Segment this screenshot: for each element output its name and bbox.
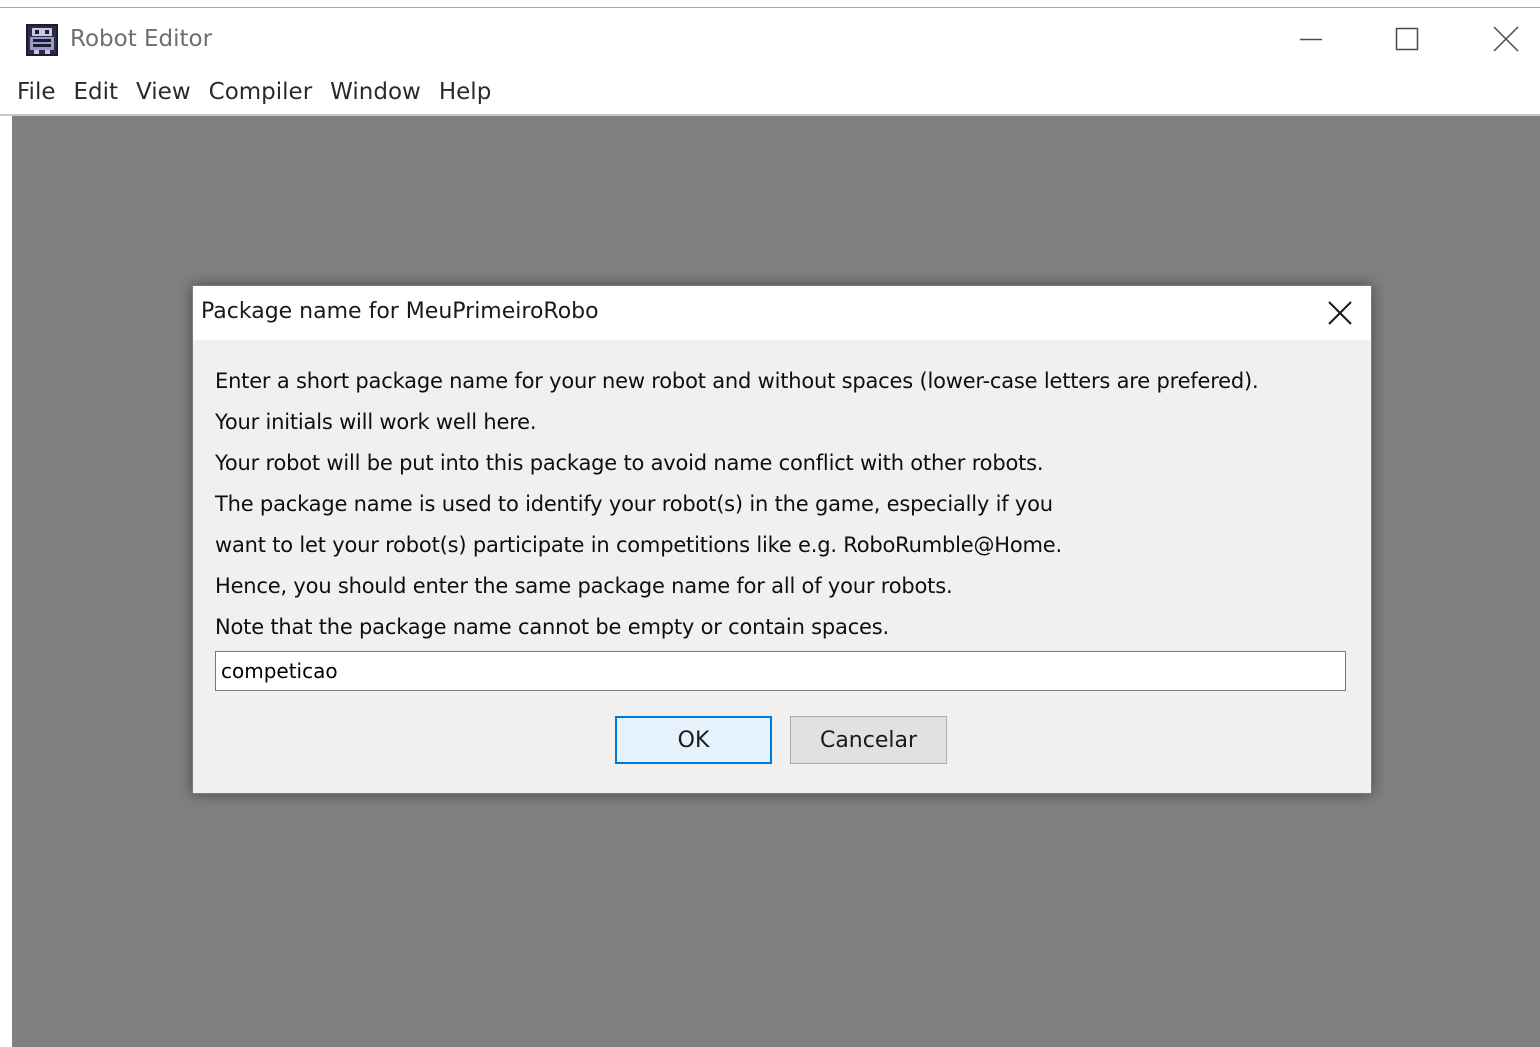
close-button[interactable]: [1476, 16, 1536, 62]
menu-window[interactable]: Window: [321, 70, 430, 114]
minimize-button[interactable]: [1281, 16, 1341, 62]
menu-help[interactable]: Help: [430, 70, 500, 114]
cancel-button[interactable]: Cancelar: [790, 716, 947, 764]
menu-view[interactable]: View: [127, 70, 200, 114]
close-icon: [1328, 301, 1352, 325]
dialog-close-button[interactable]: [1317, 290, 1363, 336]
robot-app-icon: [26, 24, 58, 56]
menu-edit[interactable]: Edit: [65, 70, 128, 114]
window-title: Robot Editor: [70, 26, 213, 52]
minimize-icon: [1300, 38, 1322, 41]
maximize-button[interactable]: [1377, 16, 1437, 62]
dialog-message: Enter a short package name for your new …: [215, 364, 1365, 651]
dialog-titlebar[interactable]: Package name for MeuPrimeiroRobo: [193, 286, 1371, 340]
menu-compiler[interactable]: Compiler: [200, 70, 322, 114]
maximize-icon: [1395, 27, 1419, 51]
window-top-border: [0, 0, 1540, 8]
message-line: Note that the package name cannot be emp…: [215, 615, 889, 639]
menu-file[interactable]: File: [0, 70, 65, 114]
message-line: Enter a short package name for your new …: [215, 369, 1259, 393]
message-line: want to let your robot(s) participate in…: [215, 533, 1062, 557]
ok-button[interactable]: OK: [615, 716, 772, 764]
package-name-input[interactable]: [215, 651, 1346, 691]
robot-editor-window: Robot Editor File Edit View Compiler Win…: [0, 0, 1540, 1047]
package-name-dialog: Package name for MeuPrimeiroRobo Enter a…: [192, 285, 1372, 794]
message-line: The package name is used to identify you…: [215, 492, 1053, 516]
message-line: Your robot will be put into this package…: [215, 451, 1044, 475]
client-left-edge: [0, 116, 12, 1047]
message-line: Your initials will work well here.: [215, 410, 537, 434]
window-titlebar[interactable]: Robot Editor: [0, 8, 1540, 70]
menu-bar: File Edit View Compiler Window Help: [0, 70, 1540, 116]
message-line: Hence, you should enter the same package…: [215, 574, 953, 598]
close-icon: [1493, 26, 1519, 52]
dialog-title: Package name for MeuPrimeiroRobo: [201, 299, 599, 324]
